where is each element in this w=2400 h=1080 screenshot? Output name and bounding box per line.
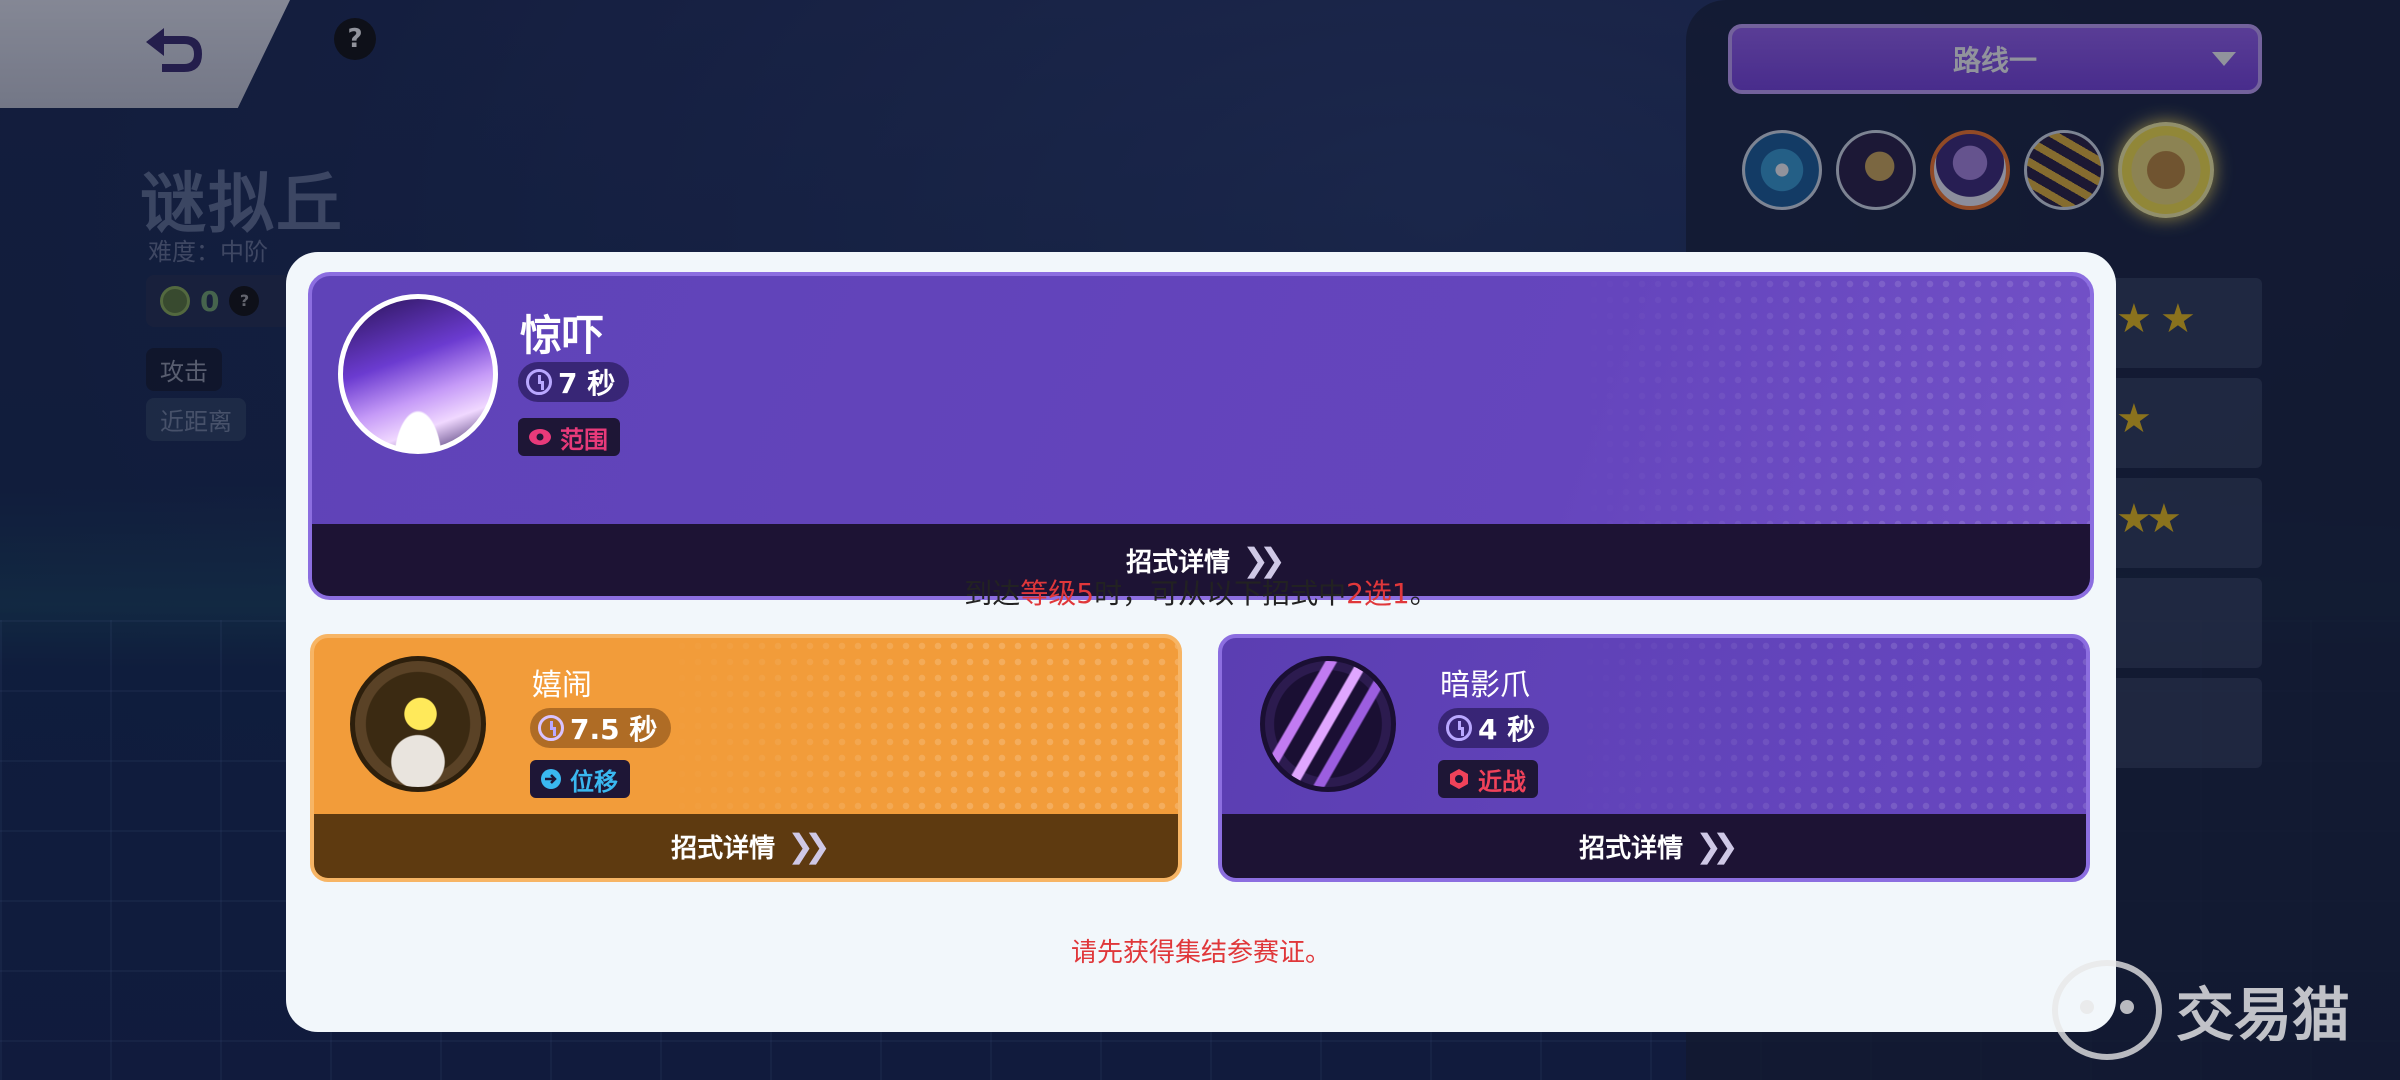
double-chevron-icon: ❯❯	[787, 827, 831, 865]
cooldown-pill: 7.5 秒	[530, 708, 672, 748]
area-eye-icon	[529, 429, 551, 445]
skill-name: 嬉闹	[532, 668, 592, 703]
play-rough-skill-icon	[350, 656, 486, 792]
dash-arrow-icon	[541, 769, 561, 789]
unlock-suffix: 。	[1409, 577, 1438, 610]
skill-name: 惊吓	[520, 311, 605, 360]
option-skill-card-play-rough[interactable]: 嬉闹 7.5 秒 位移 招式详情 ❯❯	[310, 634, 1182, 882]
cooldown-value: 4 秒	[1478, 713, 1536, 746]
cooldown-value: 7 秒	[558, 367, 616, 400]
main-skill-card[interactable]: 惊吓 7 秒 范围 招式详情 ❯❯	[308, 272, 2094, 600]
cooldown-pill: 4 秒	[1438, 708, 1550, 748]
watermark: 交易猫	[2052, 960, 2350, 1060]
warning-text: 请先获得集结参赛证。	[1070, 938, 1331, 968]
skill-name: 暗影爪	[1440, 668, 1530, 703]
skill-detail-label: 招式详情	[671, 833, 776, 864]
clock-icon	[526, 369, 552, 395]
shadow-claw-skill-icon	[1260, 656, 1396, 792]
unlock-prefix: 到达	[964, 577, 1021, 610]
watermark-text: 交易猫	[2176, 981, 2351, 1049]
skill-choice-modal: 惊吓 7 秒 范围 招式详情 ❯❯ 到达等级5时，可从以下招式中2选1。 嬉闹 …	[286, 252, 2116, 1032]
melee-icon	[1450, 769, 1468, 789]
skill-type-tag: 位移	[530, 760, 630, 798]
cooldown-value: 7.5 秒	[570, 713, 658, 746]
skill-type-label: 近战	[1478, 767, 1526, 796]
skill-type-tag: 范围	[518, 418, 620, 456]
cooldown-pill: 7 秒	[518, 362, 630, 402]
double-chevron-icon: ❯❯	[1695, 827, 1739, 865]
skill-detail-button[interactable]: 招式详情 ❯❯	[1222, 814, 2086, 878]
unlock-hint: 到达等级5时，可从以下招式中2选1。	[286, 572, 2116, 612]
clock-icon	[538, 715, 564, 741]
unlock-choice: 2选1	[1346, 577, 1410, 610]
skill-type-tag: 近战	[1438, 760, 1538, 798]
option-skill-card-shadow-claw[interactable]: 暗影爪 4 秒 近战 招式详情 ❯❯	[1218, 634, 2090, 882]
unlock-middle: 时，可从以下招式中	[1094, 577, 1347, 610]
unlock-level: 等级5	[1020, 577, 1095, 610]
skill-detail-button[interactable]: 招式详情 ❯❯	[314, 814, 1178, 878]
skill-type-label: 位移	[570, 767, 618, 796]
clock-icon	[1446, 715, 1472, 741]
cat-logo-icon	[2052, 960, 2162, 1060]
astonish-skill-icon	[338, 294, 498, 454]
skill-detail-label: 招式详情	[1579, 833, 1684, 864]
skill-type-label: 范围	[560, 425, 608, 454]
